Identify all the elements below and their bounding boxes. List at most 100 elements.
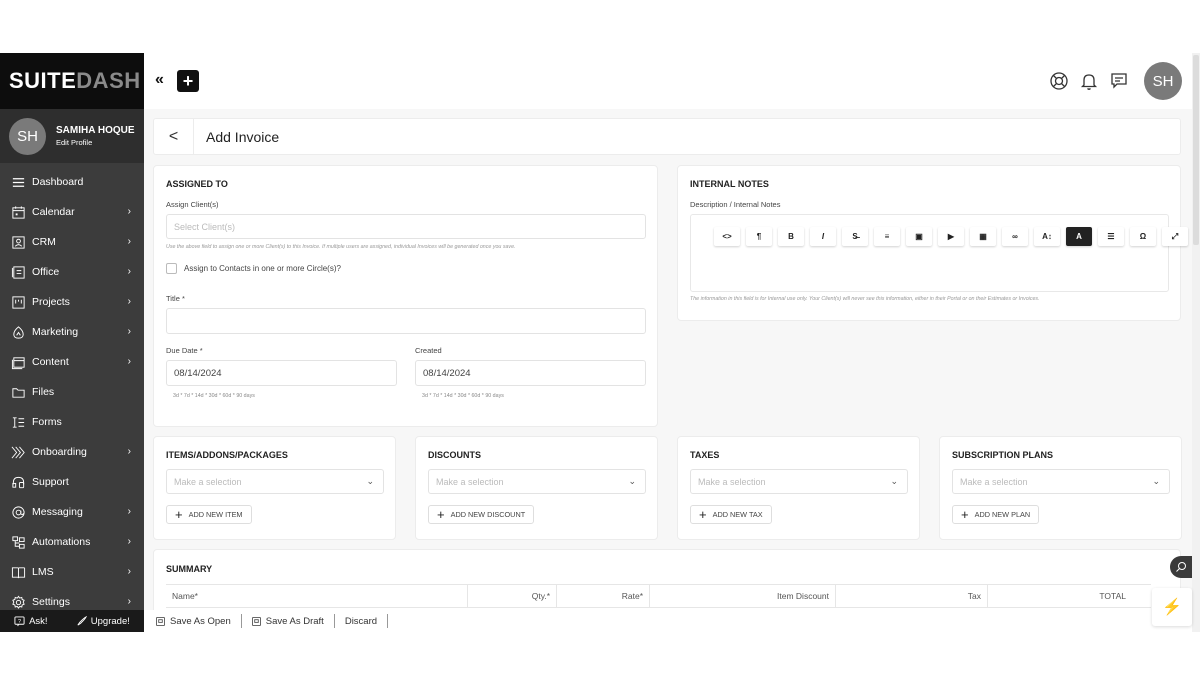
discounts-card: DISCOUNTSMake a selection⌄+ADD NEW DISCO…	[415, 436, 658, 540]
video-icon[interactable]: ▶	[938, 227, 964, 246]
items-addons-packages-select[interactable]: Make a selection⌄	[166, 469, 384, 494]
sidebar-item-onboarding[interactable]: Onboarding›	[0, 437, 144, 467]
user-avatar[interactable]: SH	[1144, 62, 1182, 100]
sidebar-item-support[interactable]: Support	[0, 467, 144, 497]
text-color-icon[interactable]: A	[1066, 227, 1092, 246]
align-icon[interactable]: ☰	[1098, 227, 1124, 246]
floating-search-button[interactable]	[1170, 556, 1192, 578]
sidebar-item-content[interactable]: Content ›	[0, 347, 144, 377]
chevron-right-icon: ›	[128, 266, 131, 277]
flame-icon	[10, 324, 26, 340]
link-icon[interactable]: ∞	[1002, 227, 1028, 246]
chevron-down-icon: ⌄	[890, 476, 898, 487]
chevron-down-icon: ⌄	[1152, 476, 1160, 487]
circles-checkbox[interactable]	[166, 263, 177, 274]
scrollbar-thumb[interactable]	[1193, 55, 1199, 245]
sidebar-item-forms[interactable]: Forms	[0, 407, 144, 437]
upgrade-button[interactable]: Upgrade!	[76, 616, 130, 627]
subscription-plans-title: SUBSCRIPTION PLANS	[952, 450, 1053, 460]
lightning-icon: ⚡	[1162, 597, 1182, 617]
sidebar-item-label: Content	[32, 356, 69, 368]
title-input[interactable]	[166, 308, 646, 334]
list-icon[interactable]: ≡	[874, 227, 900, 246]
edit-profile-link[interactable]: Edit Profile	[56, 138, 135, 147]
sidebar-item-calendar[interactable]: Calendar›	[0, 197, 144, 227]
col-tax: Tax	[836, 585, 988, 607]
support-lifebuoy-icon[interactable]	[1048, 70, 1070, 92]
sidebar-item-office[interactable]: Office›	[0, 257, 144, 287]
assigned-to-title: ASSIGNED TO	[166, 179, 228, 189]
sidebar-item-label: Forms	[32, 416, 62, 428]
chevron-right-icon: ›	[128, 356, 131, 367]
discounts-add-button[interactable]: +ADD NEW DISCOUNT	[428, 505, 534, 524]
top-bar: « + SH	[144, 53, 1192, 109]
kanban-icon	[10, 294, 26, 310]
items-addons-packages-title: ITEMS/ADDONS/PACKAGES	[166, 450, 288, 460]
sidebar-item-marketing[interactable]: Marketing ›	[0, 317, 144, 347]
sidebar-item-crm[interactable]: CRM›	[0, 227, 144, 257]
sidebar-item-messaging[interactable]: Messaging›	[0, 497, 144, 527]
sidebar-item-projects[interactable]: Projects›	[0, 287, 144, 317]
subscription-plans-select[interactable]: Make a selection⌄	[952, 469, 1170, 494]
created-label: Created	[415, 346, 442, 355]
taxes-select[interactable]: Make a selection⌄	[690, 469, 908, 494]
menu-icon	[10, 174, 26, 190]
circles-label: Assign to Contacts in one or more Circle…	[184, 264, 341, 273]
due-date-input[interactable]: 08/14/2024	[166, 360, 397, 386]
assign-clients-select[interactable]: Select Client(s)	[166, 214, 646, 239]
italic-icon[interactable]: I	[810, 227, 836, 246]
due-date-shortcuts[interactable]: 3d * 7d * 14d * 30d * 60d * 90 days	[173, 393, 255, 399]
chat-icon[interactable]	[1108, 70, 1130, 92]
bell-icon[interactable]	[1078, 70, 1100, 92]
discard-button[interactable]: Discard	[345, 614, 388, 628]
items-addons-packages-add-button[interactable]: +ADD NEW ITEM	[166, 505, 252, 524]
subscription-plans-card: SUBSCRIPTION PLANS Make a selection⌄ +ADD …	[939, 436, 1182, 540]
paragraph-icon[interactable]: ¶	[746, 227, 772, 246]
created-date-shortcuts[interactable]: 3d * 7d * 14d * 30d * 60d * 90 days	[422, 393, 504, 399]
chevron-right-icon: ›	[128, 326, 131, 337]
sidebar-item-lms[interactable]: LMS›	[0, 557, 144, 587]
assign-clients-label: Assign Client(s)	[166, 200, 219, 209]
forms-icon	[10, 414, 26, 430]
strikethrough-icon[interactable]: S̶	[842, 227, 868, 246]
col-qty: Qty.*	[468, 585, 557, 607]
editor-toolbar: <> ¶ BI S̶ ≡ ▣ ▶ ▦ ∞ A↕ A ☰ Ω ⤢	[714, 227, 1188, 246]
assigned-to-card: ASSIGNED TO Assign Client(s) Select Clie…	[153, 165, 658, 427]
discounts-select[interactable]: Make a selection⌄	[428, 469, 646, 494]
save-as-open-button[interactable]: Save As Open	[156, 614, 242, 628]
upgrade-label: Upgrade!	[91, 616, 130, 627]
page-scrollbar[interactable]	[1192, 53, 1200, 632]
back-button[interactable]: <	[154, 119, 194, 154]
taxes-add-button[interactable]: +ADD NEW TAX	[690, 505, 772, 524]
table-icon[interactable]: ▦	[970, 227, 996, 246]
at-icon	[10, 504, 26, 520]
sidebar-item-automations[interactable]: Automations›	[0, 527, 144, 557]
bold-icon[interactable]: B	[778, 227, 804, 246]
summary-table-header: Name* Qty.* Rate* Item Discount Tax TOTA…	[166, 584, 1151, 608]
collapse-sidebar-button[interactable]: «	[155, 71, 164, 89]
code-view-icon[interactable]: <>	[714, 227, 740, 246]
quick-actions-button[interactable]: ⚡	[1152, 588, 1192, 626]
image-icon[interactable]: ▣	[906, 227, 932, 246]
sidebar-item-dashboard[interactable]: Dashboard	[0, 167, 144, 197]
subscription-plans-add-button[interactable]: +ADD NEW PLAN	[952, 505, 1039, 524]
assign-clients-hint: Use the above field to assign one or mor…	[166, 244, 516, 250]
save-as-draft-button[interactable]: Save As Draft	[252, 614, 335, 628]
ask-button[interactable]: ? Ask!	[14, 616, 47, 627]
created-date-input[interactable]: 08/14/2024	[415, 360, 646, 386]
profile-block[interactable]: SH SAMIHA HOQUE Edit Profile	[0, 109, 144, 163]
save-icon	[156, 617, 165, 626]
quick-add-button[interactable]: +	[177, 70, 199, 92]
logo[interactable]: SUITEDASH	[0, 53, 144, 109]
internal-notes-hint: The information in this field is for Int…	[690, 296, 1040, 302]
sidebar-footer: ? Ask! Upgrade!	[0, 610, 144, 632]
select-placeholder: Make a selection	[436, 477, 504, 487]
sidebar-item-label: Marketing	[32, 326, 78, 338]
sidebar-item-files[interactable]: Files	[0, 377, 144, 407]
folder-icon	[10, 384, 26, 400]
internal-notes-editor[interactable]: <>¶BIS̶≡▣▶▦∞A↕A☰Ω⤢	[690, 214, 1169, 292]
fullscreen-icon[interactable]: ⤢	[1162, 227, 1188, 246]
special-char-icon[interactable]: Ω	[1130, 227, 1156, 246]
sidebar-item-label: Settings	[32, 596, 70, 608]
font-size-icon[interactable]: A↕	[1034, 227, 1060, 246]
